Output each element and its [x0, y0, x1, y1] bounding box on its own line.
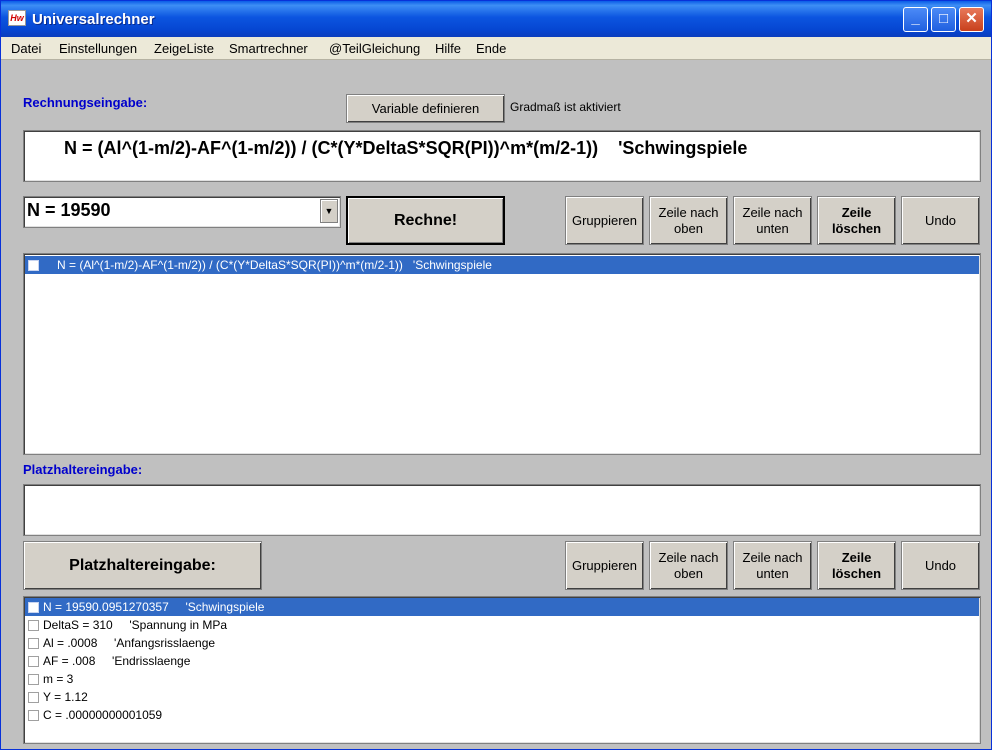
row-checkbox[interactable] — [28, 673, 39, 685]
window-title: Universalrechner — [32, 11, 155, 28]
list-item[interactable]: Y = 1.12 — [25, 688, 88, 706]
row-checkbox[interactable] — [28, 655, 39, 667]
close-button[interactable]: ✕ — [959, 7, 984, 32]
chevron-down-icon[interactable]: ▼ — [320, 199, 338, 223]
formula-text: N = (Al^(1-m/2)-AF^(1-m/2)) / (C*(Y*Delt… — [64, 138, 748, 158]
row-up-label-1: Zeile nach — [658, 549, 719, 565]
list-item[interactable]: N = 19590.0951270357 'Schwingspiele — [25, 598, 979, 616]
row-checkbox[interactable] — [28, 601, 39, 613]
menu-teilgleichung[interactable]: @TeilGleichung — [329, 41, 420, 56]
result-combobox[interactable]: N = 19590 ▼ — [23, 196, 341, 228]
row-up-button-bottom[interactable]: Zeile nach oben — [649, 541, 728, 590]
delete-row-button-bottom[interactable]: Zeile löschen — [817, 541, 896, 590]
menu-hilfe[interactable]: Hilfe — [435, 41, 461, 56]
row-checkbox[interactable] — [28, 691, 39, 703]
row-up-label-2: oben — [674, 220, 703, 236]
menu-bar: Datei Einstellungen ZeigeListe Smartrech… — [1, 37, 991, 60]
input-section-label: Rechnungseingabe: — [23, 95, 148, 110]
row-checkbox[interactable] — [28, 637, 39, 649]
list-item[interactable]: Al = .0008 'Anfangsrisslaenge — [25, 634, 215, 652]
define-variable-button[interactable]: Variable definieren — [346, 94, 505, 123]
row-up-label-2: oben — [674, 565, 703, 581]
list-item-text: Al = .0008 'Anfangsrisslaenge — [43, 636, 216, 650]
list-item[interactable]: N = (Al^(1-m/2)-AF^(1-m/2)) / (C*(Y*Delt… — [25, 256, 979, 274]
row-down-button-bottom[interactable]: Zeile nach unten — [733, 541, 812, 590]
list-item[interactable]: AF = .008 'Endrisslaenge — [25, 652, 190, 670]
list-item-text: Y = 1.12 — [43, 690, 88, 704]
maximize-button[interactable]: □ — [931, 7, 956, 32]
placeholder-button[interactable]: Platzhaltereingabe: — [23, 541, 262, 590]
list-item[interactable]: C = .00000000001059 — [25, 706, 162, 724]
formula-list[interactable]: N = (Al^(1-m/2)-AF^(1-m/2)) / (C*(Y*Delt… — [23, 253, 981, 455]
group-button-top[interactable]: Gruppieren — [565, 196, 644, 245]
menu-einstellungen[interactable]: Einstellungen — [59, 41, 137, 56]
delete-row-button-top[interactable]: Zeile löschen — [817, 196, 896, 245]
delete-label-1: Zeile — [841, 549, 872, 565]
row-checkbox[interactable] — [28, 259, 39, 271]
placeholder-input[interactable] — [23, 484, 981, 536]
row-down-label-1: Zeile nach — [742, 204, 803, 220]
row-down-label-1: Zeile nach — [742, 549, 803, 565]
list-item[interactable]: DeltaS = 310 'Spannung in MPa — [25, 616, 227, 634]
row-down-label-2: unten — [756, 565, 789, 581]
delete-label-2: löschen — [831, 565, 882, 581]
degree-mode-status: Gradmaß ist aktiviert — [510, 100, 621, 114]
row-down-label-2: unten — [756, 220, 789, 236]
minimize-button[interactable]: _ — [903, 7, 928, 32]
list-item-text: DeltaS = 310 'Spannung in MPa — [43, 618, 228, 632]
compute-button[interactable]: Rechne! — [346, 196, 505, 245]
row-up-label-1: Zeile nach — [658, 204, 719, 220]
row-up-button-top[interactable]: Zeile nach oben — [649, 196, 728, 245]
list-item-text: C = .00000000001059 — [43, 708, 163, 722]
row-down-button-top[interactable]: Zeile nach unten — [733, 196, 812, 245]
formula-input[interactable]: N = (Al^(1-m/2)-AF^(1-m/2)) / (C*(Y*Delt… — [23, 130, 981, 182]
title-bar[interactable]: Hw Universalrechner _ □ ✕ — [1, 1, 991, 37]
menu-zeigeliste[interactable]: ZeigeListe — [154, 41, 214, 56]
list-item-text: m = 3 — [43, 672, 74, 686]
delete-label-1: Zeile — [841, 204, 872, 220]
undo-button-bottom[interactable]: Undo — [901, 541, 980, 590]
menu-smartrechner[interactable]: Smartrechner — [229, 41, 308, 56]
list-item-text: N = (Al^(1-m/2)-AF^(1-m/2)) / (C*(Y*Delt… — [57, 258, 492, 272]
app-icon: Hw — [8, 10, 26, 26]
main-window: Hw Universalrechner _ □ ✕ Datei Einstell… — [0, 0, 992, 750]
list-item-text: N = 19590.0951270357 'Schwingspiele — [43, 600, 265, 614]
list-item[interactable]: m = 3 — [25, 670, 73, 688]
group-button-bottom[interactable]: Gruppieren — [565, 541, 644, 590]
delete-label-2: löschen — [831, 220, 882, 236]
list-item-text: AF = .008 'Endrisslaenge — [43, 654, 191, 668]
menu-ende[interactable]: Ende — [476, 41, 506, 56]
placeholder-section-label: Platzhaltereingabe: — [23, 462, 143, 477]
undo-button-top[interactable]: Undo — [901, 196, 980, 245]
variable-list[interactable]: N = 19590.0951270357 'Schwingspiele Delt… — [23, 596, 981, 744]
result-value: N = 19590 — [27, 200, 111, 220]
row-checkbox[interactable] — [28, 709, 39, 721]
menu-datei[interactable]: Datei — [11, 41, 41, 56]
row-checkbox[interactable] — [28, 619, 39, 631]
